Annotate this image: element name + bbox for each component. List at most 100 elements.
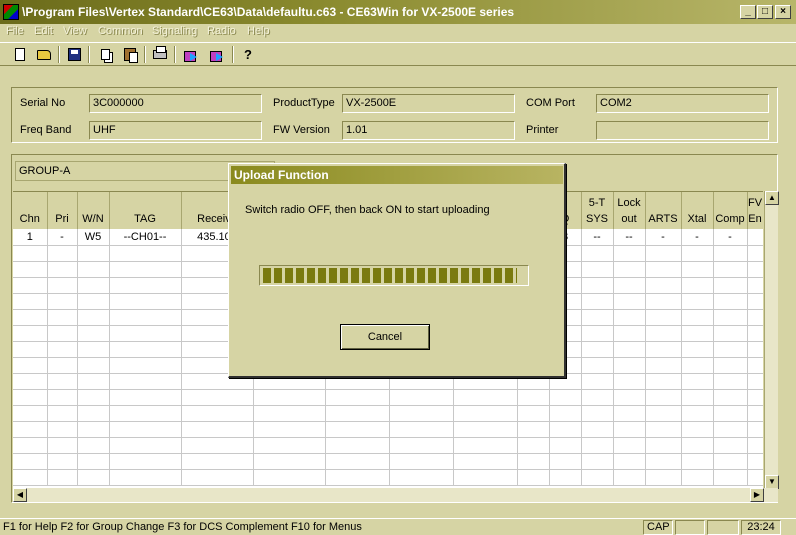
- table-cell[interactable]: [389, 421, 454, 438]
- copy-icon[interactable]: [96, 46, 114, 63]
- table-cell[interactable]: [389, 389, 454, 406]
- table-cell[interactable]: [77, 341, 110, 358]
- table-cell[interactable]: [47, 405, 78, 422]
- table-cell[interactable]: [681, 453, 714, 470]
- table-cell[interactable]: [747, 277, 763, 294]
- table-cell[interactable]: [549, 389, 582, 406]
- table-cell[interactable]: [581, 293, 614, 310]
- table-row[interactable]: [13, 453, 763, 470]
- table-cell[interactable]: [77, 453, 110, 470]
- table-cell[interactable]: [109, 293, 182, 310]
- table-cell[interactable]: [109, 421, 182, 438]
- table-cell[interactable]: [549, 421, 582, 438]
- table-cell[interactable]: [681, 437, 714, 454]
- table-cell[interactable]: [713, 341, 748, 358]
- table-cell[interactable]: [681, 309, 714, 326]
- horizontal-scrollbar[interactable]: ◀ ▶: [13, 488, 778, 502]
- table-cell[interactable]: [13, 453, 48, 470]
- table-cell[interactable]: [581, 389, 614, 406]
- table-cell[interactable]: [581, 373, 614, 390]
- table-cell[interactable]: [613, 469, 646, 486]
- table-cell[interactable]: [581, 277, 614, 294]
- table-cell[interactable]: [13, 309, 48, 326]
- table-cell[interactable]: [581, 245, 614, 262]
- table-cell[interactable]: [613, 405, 646, 422]
- table-cell[interactable]: [713, 421, 748, 438]
- cancel-button[interactable]: Cancel: [340, 324, 430, 350]
- read-from-radio-icon[interactable]: [182, 46, 200, 63]
- table-cell[interactable]: [645, 293, 682, 310]
- table-cell[interactable]: [13, 469, 48, 486]
- table-cell[interactable]: [325, 421, 390, 438]
- table-cell[interactable]: [13, 245, 48, 262]
- table-cell[interactable]: -: [713, 229, 748, 246]
- table-cell[interactable]: [453, 437, 518, 454]
- table-cell[interactable]: [581, 437, 614, 454]
- table-cell[interactable]: [47, 325, 78, 342]
- table-cell[interactable]: [645, 261, 682, 278]
- table-cell[interactable]: [13, 261, 48, 278]
- table-cell[interactable]: -: [681, 229, 714, 246]
- table-cell[interactable]: [581, 261, 614, 278]
- table-cell[interactable]: [109, 469, 182, 486]
- table-cell[interactable]: [77, 261, 110, 278]
- table-cell[interactable]: [13, 389, 48, 406]
- table-cell[interactable]: [645, 277, 682, 294]
- table-cell[interactable]: [109, 277, 182, 294]
- table-cell[interactable]: [13, 421, 48, 438]
- table-cell[interactable]: [181, 453, 254, 470]
- table-cell[interactable]: [517, 405, 550, 422]
- table-cell[interactable]: [713, 277, 748, 294]
- table-cell[interactable]: [325, 469, 390, 486]
- table-cell[interactable]: [109, 405, 182, 422]
- table-cell[interactable]: [77, 357, 110, 374]
- table-cell[interactable]: [681, 389, 714, 406]
- table-cell[interactable]: [747, 421, 763, 438]
- table-cell[interactable]: [747, 293, 763, 310]
- table-cell[interactable]: [713, 357, 748, 374]
- table-cell[interactable]: [549, 437, 582, 454]
- table-cell[interactable]: [181, 405, 254, 422]
- table-cell[interactable]: --CH01--: [109, 229, 182, 246]
- minimize-button[interactable]: _: [740, 5, 756, 19]
- table-cell[interactable]: [645, 389, 682, 406]
- table-cell[interactable]: [77, 245, 110, 262]
- help-icon[interactable]: ?: [239, 46, 257, 63]
- table-cell[interactable]: [747, 357, 763, 374]
- table-cell[interactable]: [109, 325, 182, 342]
- menu-common[interactable]: Common: [98, 25, 143, 37]
- table-cell[interactable]: [613, 261, 646, 278]
- table-cell[interactable]: [517, 421, 550, 438]
- table-cell[interactable]: [109, 341, 182, 358]
- table-cell[interactable]: [13, 373, 48, 390]
- table-cell[interactable]: [47, 261, 78, 278]
- table-cell[interactable]: [581, 325, 614, 342]
- table-cell[interactable]: [109, 437, 182, 454]
- table-cell[interactable]: [549, 453, 582, 470]
- table-cell[interactable]: [13, 277, 48, 294]
- table-cell[interactable]: [713, 373, 748, 390]
- table-cell[interactable]: [47, 277, 78, 294]
- table-cell[interactable]: [613, 277, 646, 294]
- table-cell[interactable]: [325, 437, 390, 454]
- table-cell[interactable]: [613, 421, 646, 438]
- table-cell[interactable]: [253, 405, 326, 422]
- table-cell[interactable]: [181, 421, 254, 438]
- table-cell[interactable]: [389, 469, 454, 486]
- table-cell[interactable]: [613, 341, 646, 358]
- table-cell[interactable]: [713, 405, 748, 422]
- table-cell[interactable]: [645, 405, 682, 422]
- table-cell[interactable]: [581, 341, 614, 358]
- table-cell[interactable]: [109, 389, 182, 406]
- table-cell[interactable]: [181, 389, 254, 406]
- table-cell[interactable]: [747, 261, 763, 278]
- table-cell[interactable]: [645, 309, 682, 326]
- table-cell[interactable]: [581, 309, 614, 326]
- write-to-radio-icon[interactable]: [208, 46, 226, 63]
- close-button[interactable]: ×: [775, 5, 791, 19]
- table-cell[interactable]: 1: [13, 229, 48, 246]
- table-cell[interactable]: [77, 293, 110, 310]
- table-cell[interactable]: [645, 341, 682, 358]
- table-cell[interactable]: [109, 245, 182, 262]
- menu-help[interactable]: Help: [247, 25, 270, 37]
